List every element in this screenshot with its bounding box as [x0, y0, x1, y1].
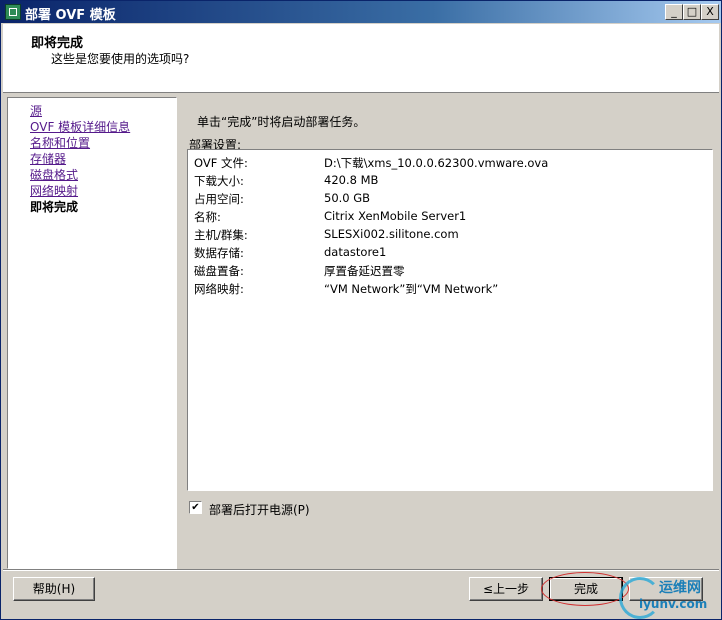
power-on-label[interactable]: 部署后打开电源(P)	[209, 501, 310, 518]
nav-step-name-location[interactable]: 名称和位置	[30, 134, 90, 151]
setting-value: 50.0 GB	[324, 191, 371, 205]
help-button[interactable]: 帮助(H)	[13, 577, 95, 601]
close-button[interactable]: X	[701, 4, 719, 20]
nav-step-disk-format[interactable]: 磁盘格式	[30, 166, 78, 183]
setting-label: 名称:	[194, 210, 221, 224]
finish-button[interactable]: 完成	[549, 577, 623, 601]
dialog-window: 部署 OVF 模板 _ □ X 即将完成 这些是您要使用的选项吗? 源 OVF …	[0, 0, 722, 620]
step-title: 即将完成	[31, 36, 84, 51]
watermark-cn-text: 运维网	[659, 580, 701, 596]
minimize-button[interactable]: _	[665, 4, 683, 20]
setting-label: 下载大小:	[194, 174, 244, 188]
nav-step-ovf-details[interactable]: OVF 模板详细信息	[30, 118, 130, 135]
maximize-button[interactable]: □	[683, 4, 701, 20]
setting-value: datastore1	[324, 245, 387, 259]
step-subtitle: 这些是您要使用的选项吗?	[51, 52, 190, 66]
setting-value: D:\下载\xms_10.0.0.62300.vmware.ova	[324, 156, 549, 170]
button-divider	[3, 569, 719, 571]
setting-value: Citrix XenMobile Server1	[324, 209, 467, 223]
finish-hint: 单击“完成”时将启动部署任务。	[197, 115, 366, 129]
window-title: 部署 OVF 模板	[25, 8, 116, 23]
site-watermark: 运维网 iyunv.com	[617, 573, 717, 619]
nav-step-source[interactable]: 源	[30, 102, 42, 119]
setting-value: SLESXi002.silitone.com	[324, 227, 459, 241]
setting-label: 数据存储:	[194, 246, 244, 260]
back-button[interactable]: ≤上一步	[469, 577, 543, 601]
nav-step-network-mapping[interactable]: 网络映射	[30, 182, 78, 199]
setting-value: 厚置备延迟置零	[324, 264, 405, 278]
setting-label: 占用空间:	[194, 192, 244, 206]
title-bar[interactable]: 部署 OVF 模板 _ □ X	[1, 1, 721, 23]
nav-step-ready-to-complete: 即将完成	[30, 200, 79, 214]
power-on-checkbox[interactable]: ✔	[189, 501, 202, 514]
setting-value: 420.8 MB	[324, 173, 379, 187]
vsphere-app-icon	[5, 4, 21, 20]
setting-label: 磁盘置备:	[194, 264, 244, 278]
nav-step-storage[interactable]: 存储器	[30, 150, 66, 167]
watermark-en-text: iyunv.com	[639, 597, 708, 611]
setting-label: 网络映射:	[194, 282, 244, 296]
wizard-step-nav: 源 OVF 模板详细信息 名称和位置 存储器 磁盘格式 网络映射 即将完成	[7, 97, 177, 569]
setting-value: “VM Network”到“VM Network”	[324, 282, 499, 296]
setting-label: OVF 文件:	[194, 156, 248, 170]
setting-label: 主机/群集:	[194, 228, 248, 242]
main-content: 单击“完成”时将启动部署任务。 部署设置: OVF 文件: D:\下载\xms_…	[179, 97, 715, 567]
settings-list: OVF 文件: D:\下载\xms_10.0.0.62300.vmware.ov…	[187, 149, 713, 491]
wizard-header: 即将完成 这些是您要使用的选项吗?	[3, 24, 719, 93]
